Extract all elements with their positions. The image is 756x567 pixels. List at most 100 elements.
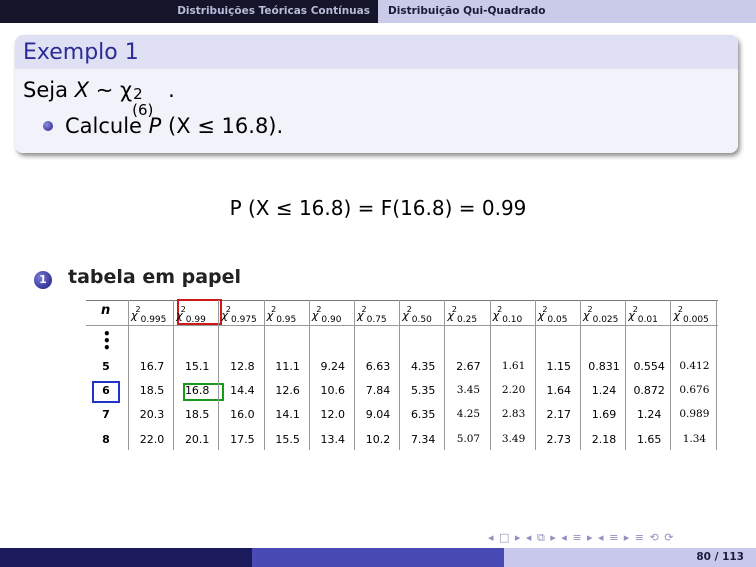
table-cell: 4.35: [410, 360, 436, 373]
table-cell: 0.831: [588, 360, 620, 373]
table-column-line: [399, 300, 401, 450]
column-header: χ20.995: [131, 305, 166, 325]
vertical-ellipsis: • • •: [103, 327, 111, 355]
section-link[interactable]: Distribuições Teóricas Contínuas: [177, 5, 370, 17]
table-cell: 5.07: [456, 433, 481, 445]
table-column-line: [173, 300, 175, 450]
chi-superscript: 2: [497, 305, 503, 314]
column-header: χ20.005: [673, 305, 708, 325]
probability-subscript: 0.75: [366, 315, 387, 325]
table-cell: 3.45: [456, 384, 481, 396]
footer-left: [0, 548, 252, 567]
table-cell: 12.0: [320, 408, 346, 421]
table-column-line: [444, 300, 446, 450]
table-header-divider: [86, 325, 718, 326]
probability-subscript: 0.50: [411, 315, 432, 325]
bullet-text: Calcule: [65, 114, 149, 138]
table-cell: 2.83: [501, 408, 526, 420]
footer-right: 80 / 113: [504, 548, 756, 567]
table-cell: 2.20: [501, 384, 526, 396]
table-cell: 16.8: [184, 384, 210, 397]
chi-superscript: 2: [180, 305, 186, 314]
probability-subscript: 0.025: [592, 315, 619, 325]
example-statement: Seja X ∼ χ 2 (6).: [23, 78, 175, 119]
table-column-line: [534, 300, 536, 450]
table-cell: 7.34: [410, 433, 436, 446]
table-cell: 10.2: [365, 433, 391, 446]
table-cell: 15.1: [184, 360, 210, 373]
table-cell: 9.04: [365, 408, 391, 421]
table-cell: 2.67: [456, 360, 481, 373]
table-cell: 13.4: [320, 433, 346, 446]
table-cell: 15.5: [275, 433, 300, 446]
chi-superscript: 2: [677, 305, 683, 314]
enum-number-badge: 1: [34, 271, 52, 289]
column-header: χ20.25: [447, 305, 477, 325]
row-n-value: 5: [102, 360, 110, 373]
column-header: χ20.75: [357, 305, 387, 325]
table-cell: 6.63: [365, 360, 391, 373]
statement-suffix: .: [168, 78, 175, 102]
table-cell: 12.8: [230, 360, 255, 373]
bullet-icon: [43, 121, 53, 131]
beamer-nav-symbols[interactable]: ◂ □ ▸ ◂ ⧉ ▸ ◂ ≡ ▸ ◂ ≡ ▸ ≡ ⟲ ⟳: [488, 531, 674, 545]
table-cell: 1.69: [591, 408, 617, 421]
probability-subscript: 0.995: [140, 315, 167, 325]
footer-middle: [252, 548, 504, 567]
subsection-link[interactable]: Distribuição Qui-Quadrado: [388, 5, 546, 17]
example-block: Exemplo 1 Seja X ∼ χ 2 (6). Calcule P (X ≤…: [15, 35, 738, 153]
table-cell: 0.676: [679, 384, 710, 396]
table-column-line: [354, 300, 355, 450]
probability-subscript: 0.10: [502, 315, 523, 325]
column-header: χ20.10: [493, 305, 523, 325]
table-column-line: [489, 300, 491, 450]
section-nav[interactable]: Distribuições Teóricas Contínuas: [0, 0, 378, 23]
chi-superscript: 2: [587, 305, 593, 314]
column-header: χ20.975: [221, 305, 256, 325]
column-header: χ20.99: [176, 305, 206, 325]
table-cell: 1.24: [591, 384, 617, 397]
probability-subscript: 0.99: [185, 315, 206, 325]
table-cell: 1.65: [636, 433, 662, 446]
table-column-line: [580, 300, 581, 450]
table-cell: 2.18: [591, 433, 617, 446]
chi-superscript: 2: [542, 305, 548, 314]
n-header: n: [101, 303, 111, 318]
chi-superscript: 2: [451, 305, 457, 314]
probability-subscript: 0.975: [231, 315, 257, 325]
table-cell: 1.64: [546, 384, 572, 397]
table-cell: 12.6: [275, 384, 300, 397]
table-column-line: [218, 300, 220, 450]
table-cell: 9.24: [320, 360, 346, 373]
table-cell: 4.25: [456, 408, 481, 420]
table-cell: 0.989: [679, 408, 710, 420]
table-column-line: [308, 300, 310, 450]
table-cell: 14.1: [275, 408, 300, 421]
row-n-value: 6: [102, 384, 110, 397]
table-cell: 1.34: [682, 433, 707, 445]
column-header: χ20.025: [583, 305, 618, 325]
table-cell: 0.554: [633, 360, 665, 373]
table-cell: 0.872: [633, 384, 665, 397]
probability-subscript: 0.90: [321, 315, 342, 325]
subsection-nav[interactable]: Distribuição Qui-Quadrado: [378, 0, 756, 23]
table-cell: 5.35: [410, 384, 436, 397]
table-cell: 17.5: [230, 433, 255, 446]
column-header: χ20.50: [402, 305, 432, 325]
table-cell: 16.7: [139, 360, 165, 373]
chi-superscript: 2: [632, 305, 638, 314]
column-header: χ20.95: [267, 305, 297, 325]
example-title: Exemplo 1: [23, 40, 139, 65]
footer-bar: 80 / 113: [0, 548, 756, 567]
chi-square-table: n • • • χ20.995 χ20.99 χ20.975 χ20.95 χ20.90 χ2…: [86, 295, 718, 450]
table-cell: 18.5: [184, 408, 210, 421]
chi-superscript: 2: [271, 305, 277, 314]
table-cell: 11.1: [275, 360, 300, 373]
table-cell: 2.73: [546, 433, 572, 446]
probability-subscript: 0.01: [637, 315, 658, 325]
table-cell: 22.0: [139, 433, 165, 446]
table-column-line: [715, 300, 717, 450]
top-nav-bar: Distribuições Teóricas Contínuas Distrib…: [0, 0, 756, 23]
probability-subscript: 0.05: [547, 315, 568, 325]
table-cell: 6.35: [410, 408, 436, 421]
